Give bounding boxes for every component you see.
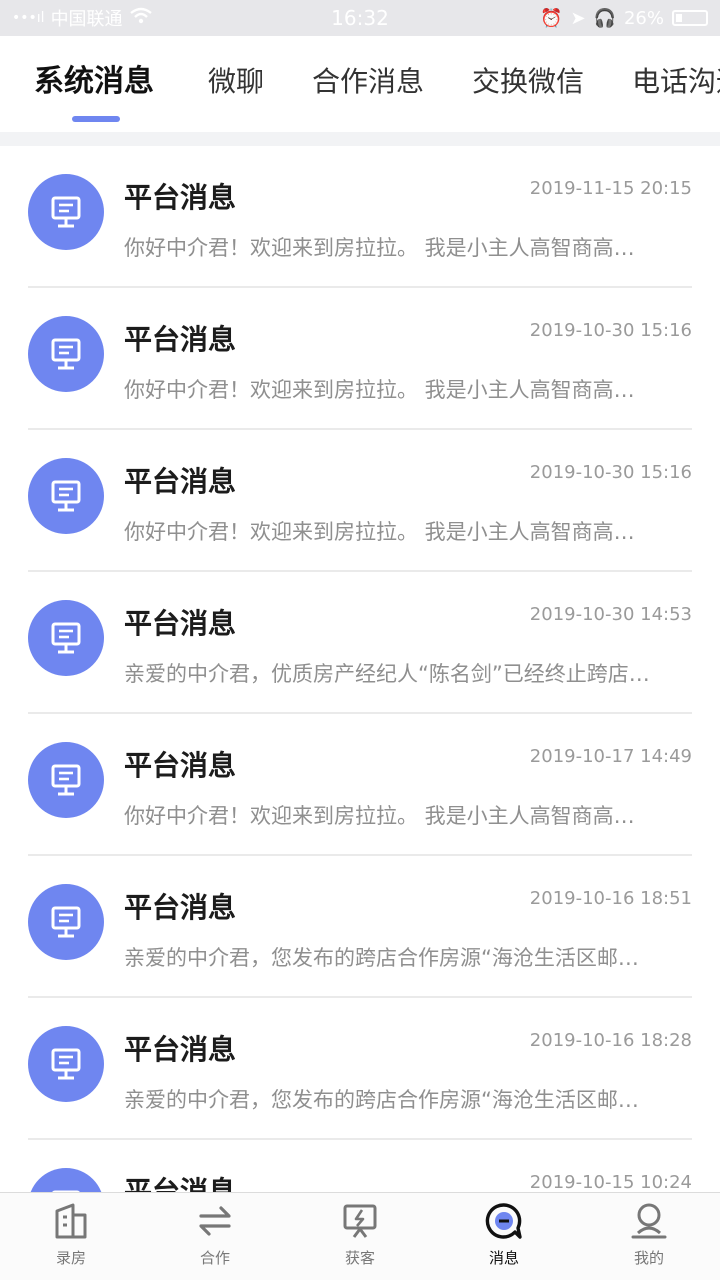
message-title: 平台消息 — [124, 749, 237, 782]
message-preview: 你好中介君！欢迎来到房拉拉。 我是小主人高智商高… — [124, 804, 635, 828]
message-tabs: 系统消息 微聊 合作消息 交换微信 电话沟通 — [0, 36, 720, 132]
message-row[interactable]: 平台消息 2019-10-30 15:16 你好中介君！欢迎来到房拉拉。 我是小… — [0, 288, 720, 430]
message-title: 平台消息 — [124, 465, 237, 498]
message-row[interactable]: 平台消息 2019-10-17 14:49 你好中介君！欢迎来到房拉拉。 我是小… — [0, 714, 720, 856]
nav-get-customers[interactable]: 获客 — [315, 1201, 405, 1268]
message-preview: 你好中介君！欢迎来到房拉拉。 我是小主人高智商高… — [124, 236, 635, 260]
message-time: 2019-10-30 15:16 — [529, 320, 692, 341]
monitor-icon — [28, 316, 104, 392]
wifi-icon — [129, 7, 153, 30]
message-title: 平台消息 — [124, 891, 237, 924]
battery-percent: 26% — [623, 7, 664, 29]
message-row[interactable]: 平台消息 2019-10-15 10:24 — [0, 1140, 720, 1192]
building-icon — [55, 1203, 87, 1239]
nav-label: 获客 — [344, 1249, 375, 1267]
tab-phone-contact[interactable]: 电话沟通 — [632, 36, 720, 132]
monitor-icon — [28, 1168, 104, 1192]
nav-profile[interactable]: 我的 — [604, 1201, 694, 1268]
monitor-icon — [28, 174, 104, 250]
message-preview: 亲爱的中介君，您发布的跨店合作房源“海沧生活区邮… — [124, 946, 639, 970]
message-preview: 你好中介君！欢迎来到房拉拉。 我是小主人高智商高… — [124, 520, 635, 544]
active-tab-indicator — [72, 116, 120, 122]
signal-icon: •••ıl — [12, 10, 45, 26]
message-row[interactable]: 平台消息 2019-10-16 18:28 亲爱的中介君，您发布的跨店合作房源“… — [0, 998, 720, 1140]
monitor-icon — [28, 742, 104, 818]
nav-label: 合作 — [199, 1249, 230, 1267]
message-row[interactable]: 平台消息 2019-10-16 18:51 亲爱的中介君，您发布的跨店合作房源“… — [0, 856, 720, 998]
message-time: 2019-10-30 14:53 — [529, 604, 692, 625]
nav-label: 消息 — [488, 1249, 519, 1267]
message-row[interactable]: 平台消息 2019-10-30 14:53 亲爱的中介君，优质房产经纪人“陈名剑… — [0, 572, 720, 714]
message-time: 2019-10-17 14:49 — [529, 746, 692, 767]
message-row[interactable]: 平台消息 2019-10-30 15:16 你好中介君！欢迎来到房拉拉。 我是小… — [0, 430, 720, 572]
carrier-name: 中国联通 — [50, 9, 123, 30]
message-preview: 亲爱的中介君，您发布的跨店合作房源“海沧生活区邮… — [124, 1088, 639, 1112]
message-time: 2019-10-16 18:28 — [529, 1030, 692, 1051]
swap-arrows-icon — [199, 1206, 231, 1236]
message-bubble-icon — [485, 1203, 522, 1239]
message-title: 平台消息 — [124, 181, 237, 214]
alarm-icon: ⏰ — [540, 7, 563, 29]
nav-record-house[interactable]: 录房 — [26, 1201, 116, 1268]
monitor-icon — [28, 600, 104, 676]
nav-label: 我的 — [633, 1249, 664, 1267]
bottom-nav: 录房 合作 获客 消息 我的 — [0, 1192, 720, 1280]
message-time: 2019-10-15 10:24 — [529, 1172, 692, 1192]
message-time: 2019-10-30 15:16 — [529, 462, 692, 483]
customer-board-icon — [343, 1204, 377, 1238]
message-title: 平台消息 — [124, 323, 237, 356]
nav-cooperation[interactable]: 合作 — [170, 1201, 260, 1268]
message-preview: 你好中介君！欢迎来到房拉拉。 我是小主人高智商高… — [124, 378, 635, 402]
user-profile-icon — [631, 1203, 667, 1239]
monitor-icon — [28, 458, 104, 534]
message-title: 平台消息 — [124, 1175, 237, 1192]
tab-cooperation-messages[interactable]: 合作消息 — [312, 36, 424, 132]
battery-icon — [672, 10, 708, 26]
message-row[interactable]: 平台消息 2019-11-15 20:15 你好中介君！欢迎来到房拉拉。 我是小… — [0, 146, 720, 288]
status-bar: •••ıl 中国联通 16:32 ⏰ ➤ 🎧 26% — [0, 0, 720, 36]
nav-label: 录房 — [55, 1249, 86, 1267]
monitor-icon — [28, 1026, 104, 1102]
message-time: 2019-11-15 20:15 — [529, 178, 692, 199]
tab-exchange-wechat[interactable]: 交换微信 — [472, 36, 584, 132]
tab-chat[interactable]: 微聊 — [208, 36, 264, 132]
nav-messages[interactable]: 消息 — [459, 1201, 549, 1268]
message-list: 平台消息 2019-11-15 20:15 你好中介君！欢迎来到房拉拉。 我是小… — [0, 146, 720, 1192]
message-preview: 亲爱的中介君，优质房产经纪人“陈名剑”已经终止跨店… — [124, 662, 650, 686]
message-time: 2019-10-16 18:51 — [529, 888, 692, 909]
monitor-icon — [28, 884, 104, 960]
message-title: 平台消息 — [124, 1033, 237, 1066]
headphones-icon: 🎧 — [593, 7, 616, 29]
location-icon: ➤ — [570, 7, 586, 29]
message-title: 平台消息 — [124, 607, 237, 640]
